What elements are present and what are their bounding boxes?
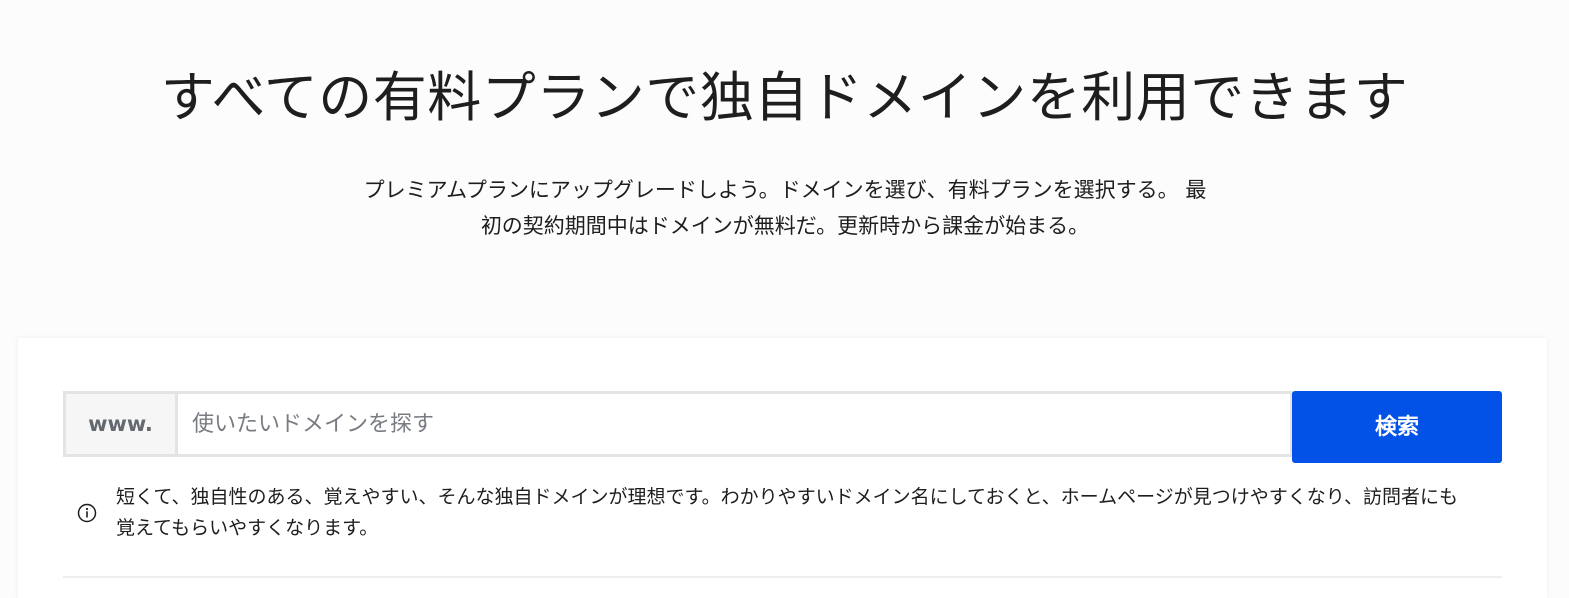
divider xyxy=(63,576,1502,578)
info-icon xyxy=(76,502,98,524)
domain-input-wrapper: www. xyxy=(63,391,1293,457)
domain-search-input[interactable] xyxy=(178,394,1290,454)
page-subtitle: プレミアムプランにアップグレードしよう。ドメインを選び、有料プランを選択する。 … xyxy=(363,178,1207,238)
page-title: すべての有料プランで独自ドメインを利用できます xyxy=(160,66,1409,129)
domain-hint-text: 短くて、独自性のある、覚えやすい、そんな独自ドメインが理想です。わかりやすいドメ… xyxy=(116,486,1458,539)
domain-search-card: www. 検索 短くて、独自性のある、覚えやすい、そんな独自ドメインが理想です。… xyxy=(18,338,1547,598)
www-prefix: www. xyxy=(66,394,178,454)
search-button[interactable]: 検索 xyxy=(1292,391,1502,463)
domain-search-row: www. 検索 xyxy=(63,391,1502,463)
